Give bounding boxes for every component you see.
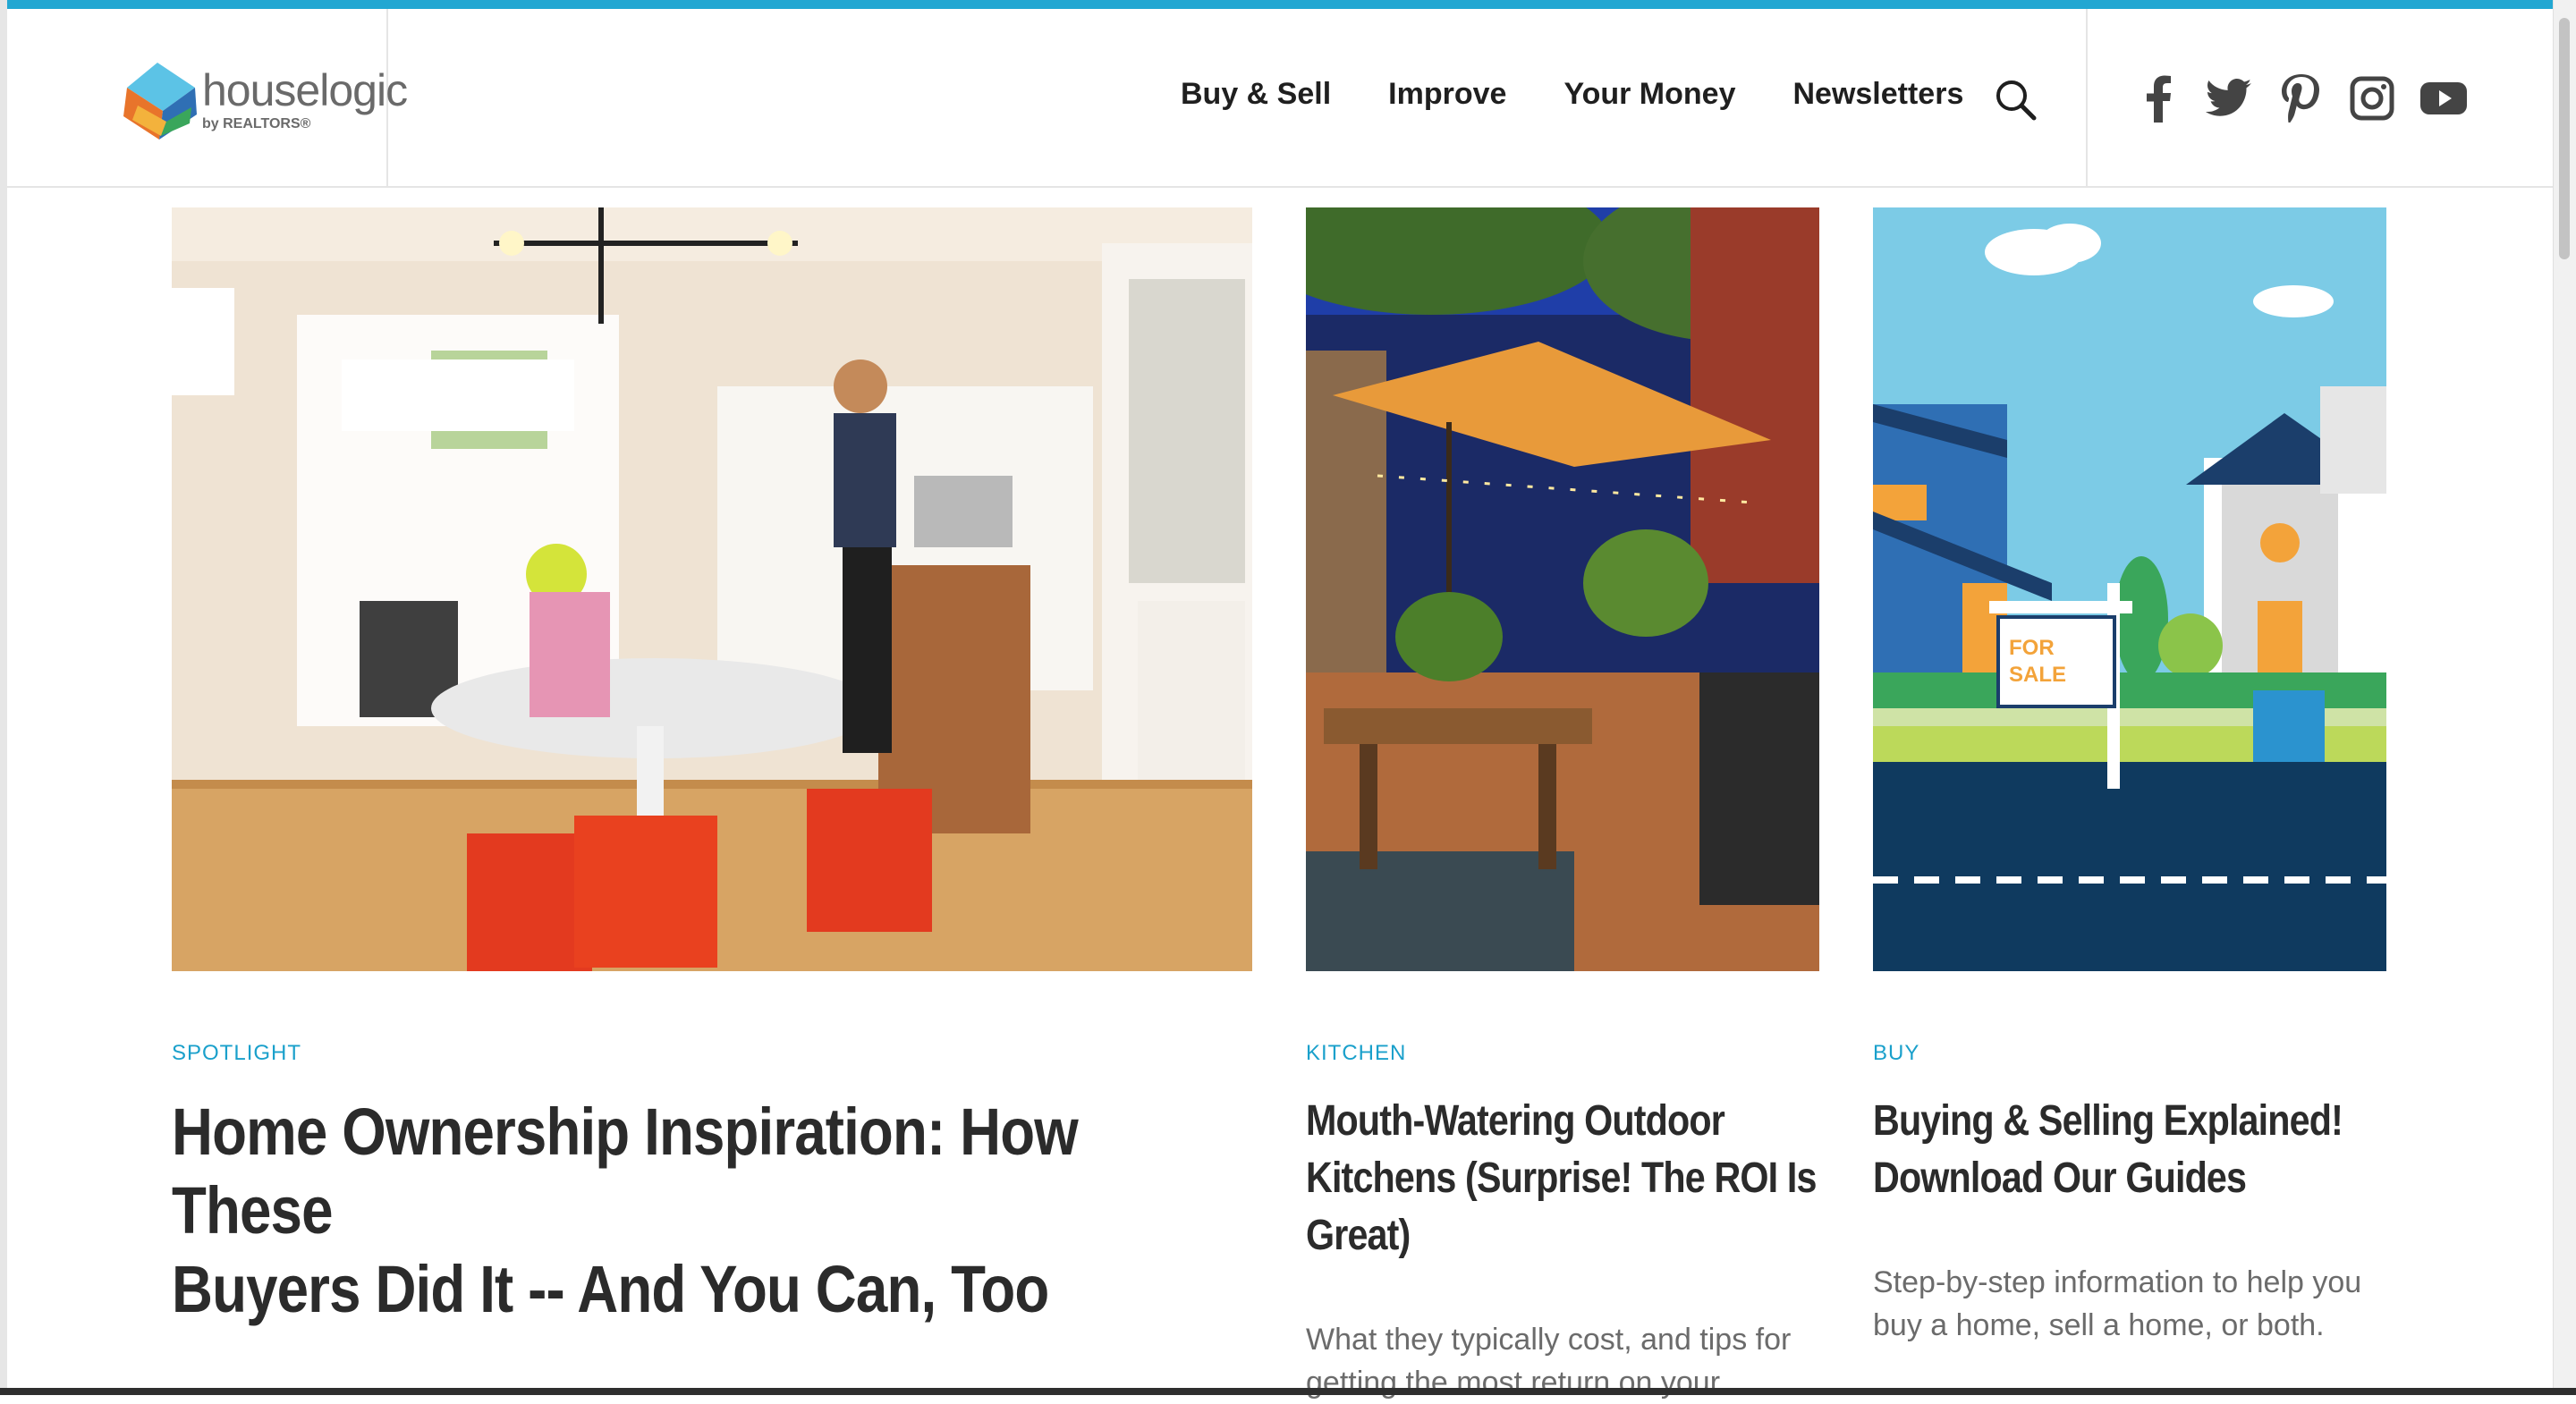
houselogic-logo-icon [123,63,197,140]
window-frame-left [0,0,7,1395]
brand-name: houselogic [202,65,408,115]
nav-link-your-money[interactable]: Your Money [1563,77,1735,131]
site-header: houselogic by REALTORS® Buy & Sell Impro… [7,9,2553,188]
window-frame-bottom [0,1388,2576,1395]
card1-headline-line1: Home Ownership Inspiration: How These [172,1095,1079,1248]
card2-headline-line2: Kitchens (Surprise! The ROI Is [1306,1154,1817,1202]
sign-sale-text: SALE [2009,663,2066,687]
card3-desc-line2: buy a home, sell a home, or both. [1873,1308,2325,1342]
card3-headline-line1: Buying & Selling Explained! [1873,1097,2343,1145]
card3-headline-line2: Download Our Guides [1873,1154,2247,1202]
card1-headline-line2: Buyers Did It -- And You Can, Too [172,1252,1049,1326]
for-sale-illustration[interactable]: FOR SALE [1873,207,2386,971]
card3-category[interactable]: BUY [1873,1041,1919,1066]
card2-category[interactable]: KITCHEN [1306,1041,1406,1066]
vertical-scrollbar[interactable] [2553,0,2576,1388]
card2-headline[interactable]: Mouth-Watering Outdoor Kitchens (Surpris… [1306,1093,1829,1264]
card3-desc-line1: Step-by-step information to help you [1873,1265,2362,1299]
brand-tagline: by REALTORS® [202,116,311,131]
card3-headline[interactable]: Buying & Selling Explained! Download Our… [1873,1093,2396,1207]
social-links [2086,9,2555,186]
scrollbar-thumb[interactable] [2559,18,2570,259]
card2-headline-line1: Mouth-Watering Outdoor [1306,1097,1725,1145]
search-icon[interactable] [1991,75,2041,125]
card2-headline-line3: Great) [1306,1212,1411,1259]
card2-desc-line2: getting the most return on your [1306,1366,1721,1400]
facebook-icon[interactable] [2129,70,2186,127]
card2-desc-line1: What they typically cost, and tips for [1306,1323,1792,1357]
card3-description: Step-by-step information to help you buy… [1873,1261,2410,1347]
nav-link-improve[interactable]: Improve [1388,77,1506,131]
twitter-icon[interactable] [2200,70,2258,127]
brand-block[interactable]: houselogic by REALTORS® [7,9,408,186]
pinterest-icon[interactable] [2272,70,2329,127]
card1-category[interactable]: SPOTLIGHT [172,1041,301,1066]
youtube-icon[interactable] [2415,70,2472,127]
main-nav: Buy & Sell Improve Your Money Newsletter… [1181,77,2021,131]
nav-link-buy-sell[interactable]: Buy & Sell [1181,77,1331,131]
instagram-icon[interactable] [2343,70,2401,127]
outdoor-kitchen-photo[interactable] [1306,207,1819,971]
kitchen-couple-photo[interactable] [172,207,1252,971]
top-accent-bar [0,0,2576,9]
sign-for-text: FOR [2009,636,2055,660]
card1-headline[interactable]: Home Ownership Inspiration: How These Bu… [172,1093,1249,1329]
nav-link-newsletters[interactable]: Newsletters [1792,77,1963,131]
